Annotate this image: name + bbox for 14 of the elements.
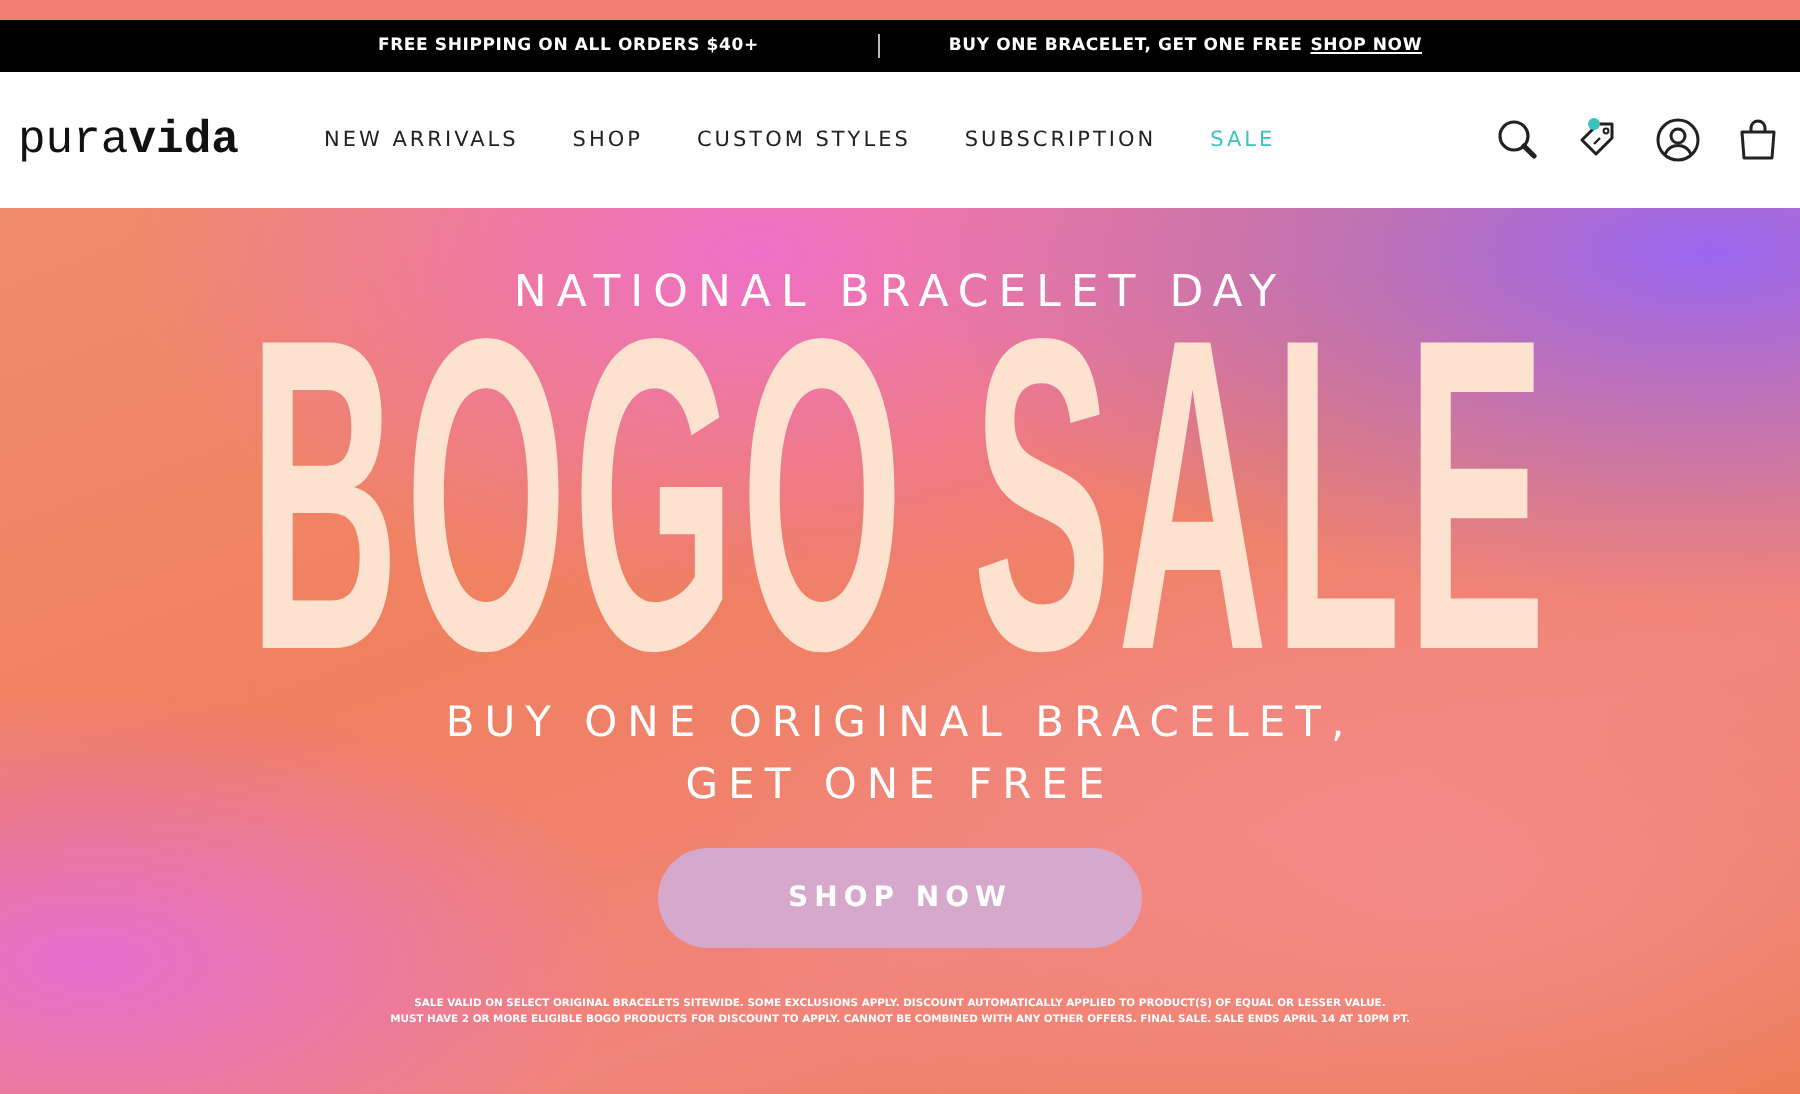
nav-link[interactable]: CUSTOM STYLES: [696, 128, 911, 152]
announcement-text: BUY ONE BRACELET, GET ONE FREE: [948, 36, 1303, 56]
nav-link[interactable]: NEW ARRIVALS: [324, 128, 519, 152]
hero-headline: BOGO SALE: [248, 326, 1552, 666]
nav-link[interactable]: SUBSCRIPTION: [964, 128, 1157, 152]
shop-now-link[interactable]: SHOP NOW: [1310, 36, 1422, 56]
nav-link[interactable]: SHOP: [572, 128, 643, 152]
search-icon[interactable]: [1494, 116, 1542, 164]
hero-subheading: BUY ONE ORIGINAL BRACELET,: [445, 696, 1355, 750]
hero-eyebrow: NATIONAL BRACELET DAY: [513, 268, 1287, 318]
announcement-text: FREE SHIPPING ON ALL ORDERS $40+: [377, 36, 759, 56]
logo[interactable]: puravida: [18, 114, 308, 166]
hero-subheading: GET ONE FREE: [685, 758, 1115, 812]
account-icon[interactable]: [1654, 116, 1702, 164]
